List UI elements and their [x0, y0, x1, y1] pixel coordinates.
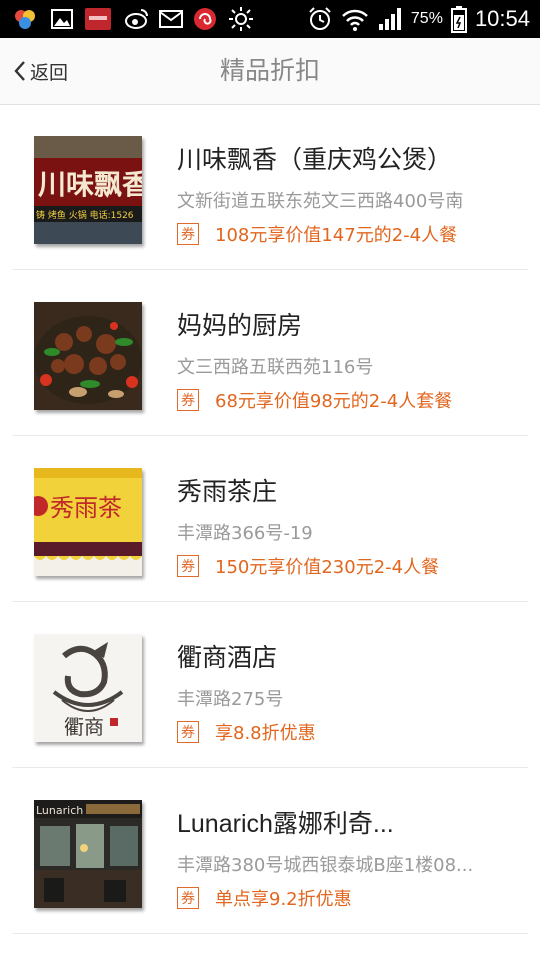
battery-percent: 75%	[410, 10, 443, 27]
restaurant-image	[34, 302, 142, 410]
deal-text: 108元享价值147元的2-4人餐	[215, 225, 458, 246]
restaurant-name: 衢商酒店	[177, 643, 278, 672]
clock: 10:54	[474, 6, 530, 31]
deal-row: 券 68元享价值98元的2-4人套餐	[177, 388, 452, 412]
app-icon	[15, 10, 35, 29]
image-text: 衢商	[64, 715, 104, 739]
alarm-icon	[309, 7, 331, 30]
restaurant-image: 衢商	[34, 634, 142, 742]
deal-text: 单点享9.2折优惠	[215, 889, 352, 910]
app-header: 精品折扣 返回	[0, 38, 540, 105]
back-label: 返回	[30, 61, 69, 84]
gallery-icon	[51, 9, 73, 29]
list-item[interactable]: 衢商 衢商酒店 丰潭路275号 券 享8.8折优惠	[0, 602, 540, 768]
restaurant-name: 秀雨茶庄	[177, 477, 278, 506]
deal-row: 券 享8.8折优惠	[177, 720, 316, 744]
weibo-icon	[125, 9, 148, 29]
list-item[interactable]: 妈妈的厨房 文三西路五联西苑116号 券 68元享价值98元的2-4人套餐	[0, 270, 540, 436]
notification-icon	[85, 8, 111, 30]
back-button[interactable]: 返回	[12, 38, 68, 104]
restaurant-image: Lunarich	[34, 800, 142, 908]
deal-text: 享8.8折优惠	[215, 723, 316, 744]
restaurant-name: 川味飘香（重庆鸡公煲）	[177, 145, 453, 174]
image-text: 秀雨茶	[50, 494, 122, 522]
brightness-icon	[229, 7, 253, 31]
wifi-icon	[342, 9, 368, 31]
restaurant-address: 丰潭路275号	[177, 689, 284, 710]
restaurant-address: 丰潭路380号城西银泰城B座1楼08...	[177, 855, 474, 876]
list-item[interactable]: Lunarich Lunarich露娜利奇... 丰潭路380号城西银泰城B座1…	[0, 768, 540, 934]
image-text: Lunarich	[36, 804, 83, 817]
coupon-badge: 券	[177, 721, 199, 743]
chevron-left-icon	[14, 61, 25, 81]
deal-row: 券 单点享9.2折优惠	[177, 886, 352, 910]
restaurant-name: Lunarich露娜利奇...	[177, 810, 394, 838]
status-bar: 75% 10:54	[0, 0, 540, 38]
page-title: 精品折扣	[219, 56, 320, 85]
image-text: 川味飘香	[38, 168, 142, 201]
deal-list: 川味飘香 铸 烤鱼 火锅 电话:1526 川味飘香（重庆鸡公煲） 文新街道五联东…	[0, 104, 540, 934]
restaurant-image: 秀雨茶	[34, 468, 142, 576]
app-red-icon	[194, 8, 216, 30]
deal-row: 券 150元享价值230元2-4人餐	[177, 554, 439, 578]
coupon-badge: 券	[177, 887, 199, 909]
deal-row: 券 108元享价值147元的2-4人餐	[177, 222, 457, 246]
deal-text: 68元享价值98元的2-4人套餐	[215, 391, 453, 412]
coupon-badge: 券	[177, 555, 199, 577]
battery-icon	[450, 6, 467, 33]
image-sub: 铸 烤鱼 火锅 电话:1526	[36, 209, 134, 221]
signal-icon	[378, 8, 401, 30]
restaurant-address: 文三西路五联西苑116号	[177, 357, 374, 378]
status-right: 75% 10:54	[307, 0, 530, 38]
restaurant-image: 川味飘香 铸 烤鱼 火锅 电话:1526	[34, 136, 142, 244]
restaurant-address: 丰潭路366号-19	[177, 523, 313, 544]
coupon-badge: 券	[177, 223, 199, 245]
coupon-badge: 券	[177, 389, 199, 411]
restaurant-name: 妈妈的厨房	[177, 311, 303, 340]
mail-icon	[159, 10, 183, 28]
list-item[interactable]: 秀雨茶 秀雨茶庄 丰潭路366号-19 券 150元享价值230元2-4人餐	[0, 436, 540, 602]
restaurant-address: 文新街道五联东苑文三西路400号南	[177, 191, 464, 212]
deal-text: 150元享价值230元2-4人餐	[215, 557, 440, 578]
list-item[interactable]: 川味飘香 铸 烤鱼 火锅 电话:1526 川味飘香（重庆鸡公煲） 文新街道五联东…	[0, 104, 540, 270]
